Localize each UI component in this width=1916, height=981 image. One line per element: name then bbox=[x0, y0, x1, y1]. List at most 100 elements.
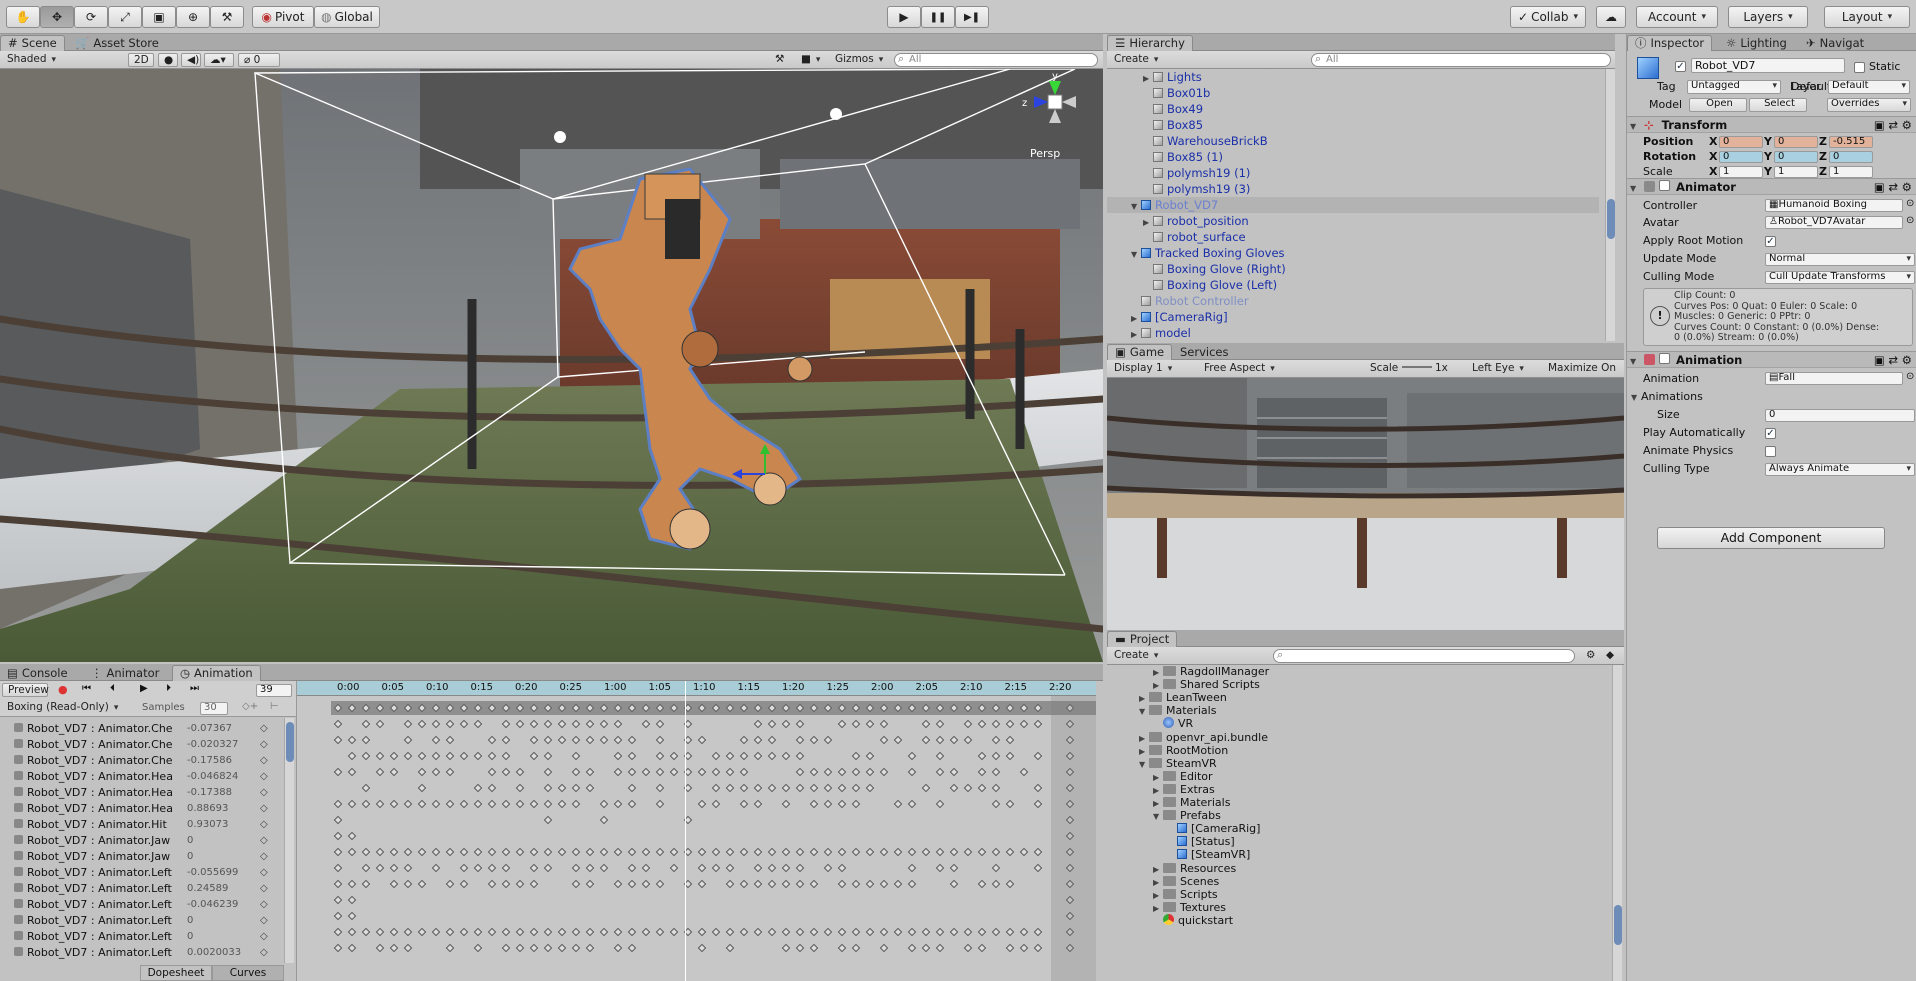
keyframe[interactable] bbox=[921, 735, 931, 745]
keyframe[interactable] bbox=[571, 767, 581, 777]
keyframe[interactable] bbox=[543, 943, 553, 953]
keyframe[interactable] bbox=[837, 879, 847, 889]
keyframe[interactable] bbox=[431, 927, 441, 937]
keyframe[interactable] bbox=[739, 927, 749, 937]
keyframe[interactable] bbox=[851, 767, 861, 777]
keyframe[interactable] bbox=[935, 719, 945, 729]
keyframe[interactable] bbox=[403, 799, 413, 809]
keyframe[interactable] bbox=[753, 863, 763, 873]
samples-field[interactable]: 30 bbox=[200, 702, 228, 715]
keyframe[interactable] bbox=[921, 847, 931, 857]
keyframe[interactable] bbox=[725, 703, 735, 713]
add-key-icon[interactable]: ◇ bbox=[260, 802, 268, 815]
add-key-icon[interactable]: ◇ bbox=[260, 850, 268, 863]
keyframe[interactable] bbox=[935, 943, 945, 953]
tab-services[interactable]: Services bbox=[1173, 344, 1236, 360]
hierarchy-scrollbar[interactable] bbox=[1605, 69, 1615, 341]
add-component-button[interactable]: Add Component bbox=[1657, 527, 1885, 549]
keyframe[interactable] bbox=[669, 767, 679, 777]
keyframe[interactable] bbox=[935, 863, 945, 873]
keyframe[interactable] bbox=[851, 927, 861, 937]
keyframe[interactable] bbox=[571, 943, 581, 953]
keyframe[interactable] bbox=[781, 847, 791, 857]
keyframe[interactable] bbox=[991, 767, 1001, 777]
keyframe[interactable] bbox=[921, 719, 931, 729]
keyframe[interactable] bbox=[417, 799, 427, 809]
keyframe[interactable] bbox=[417, 703, 427, 713]
keyframe[interactable] bbox=[1005, 735, 1015, 745]
keyframe[interactable] bbox=[711, 863, 721, 873]
keyframe[interactable] bbox=[949, 767, 959, 777]
keyframe[interactable] bbox=[1005, 719, 1015, 729]
keyframe[interactable] bbox=[361, 799, 371, 809]
keyframe[interactable] bbox=[935, 847, 945, 857]
keyframe[interactable] bbox=[795, 751, 805, 761]
keyframe[interactable] bbox=[991, 879, 1001, 889]
update-mode-dropdown[interactable]: Normal bbox=[1765, 253, 1915, 266]
keyframe[interactable] bbox=[431, 735, 441, 745]
keyframe[interactable] bbox=[837, 863, 847, 873]
keyframe[interactable] bbox=[571, 703, 581, 713]
keyframe[interactable] bbox=[375, 703, 385, 713]
keyframe[interactable] bbox=[851, 847, 861, 857]
hierarchy-item[interactable]: WarehouseBrickB bbox=[1107, 133, 1599, 149]
transform-tool-button[interactable]: ⊕ bbox=[176, 6, 210, 28]
keyframe[interactable] bbox=[375, 927, 385, 937]
keyframe[interactable] bbox=[767, 719, 777, 729]
keyframe[interactable] bbox=[501, 767, 511, 777]
animation-property-row[interactable]: Robot_VD7 : Animator.Left 0 ◇ bbox=[0, 914, 268, 927]
keyframe[interactable] bbox=[767, 847, 777, 857]
scale-z-field[interactable]: 1 bbox=[1829, 166, 1873, 178]
project-item[interactable]: ▼ Materials bbox=[1107, 704, 1598, 717]
keyframe[interactable] bbox=[627, 943, 637, 953]
object-picker-icon[interactable]: ⊙ bbox=[1906, 198, 1914, 209]
keyframe[interactable] bbox=[473, 719, 483, 729]
keyframe[interactable] bbox=[753, 879, 763, 889]
keyframe[interactable] bbox=[851, 751, 861, 761]
keyframe[interactable] bbox=[487, 735, 497, 745]
scale-y-field[interactable]: 1 bbox=[1774, 166, 1818, 178]
keyframe[interactable] bbox=[557, 719, 567, 729]
keyframe[interactable] bbox=[403, 847, 413, 857]
keyframe[interactable] bbox=[865, 751, 875, 761]
keyframe[interactable] bbox=[459, 751, 469, 761]
keyframe[interactable] bbox=[333, 847, 343, 857]
keyframe[interactable] bbox=[991, 847, 1001, 857]
expand-arrow-icon[interactable]: ▶ bbox=[1139, 732, 1149, 745]
expand-arrow-icon[interactable]: ▶ bbox=[1153, 771, 1163, 784]
keyframe[interactable] bbox=[389, 847, 399, 857]
keyframe[interactable] bbox=[697, 927, 707, 937]
keyframe[interactable] bbox=[907, 863, 917, 873]
keyframe[interactable] bbox=[823, 767, 833, 777]
keyframe[interactable] bbox=[347, 767, 357, 777]
hierarchy-item[interactable]: ▶ model bbox=[1107, 325, 1599, 341]
add-key-icon[interactable]: ◇ bbox=[260, 930, 268, 943]
play-anim-icon[interactable]: ▶ bbox=[140, 683, 148, 694]
keyframe[interactable] bbox=[613, 719, 623, 729]
keyframe[interactable] bbox=[375, 943, 385, 953]
account-dropdown[interactable]: Account bbox=[1636, 6, 1718, 28]
keyframe[interactable] bbox=[417, 783, 427, 793]
property-value[interactable]: -0.046239 bbox=[187, 899, 238, 910]
keyframe[interactable] bbox=[417, 751, 427, 761]
expand-arrow-icon[interactable]: ▼ bbox=[1153, 810, 1163, 823]
expand-arrow-icon[interactable]: ▶ bbox=[1139, 745, 1149, 758]
keyframe[interactable] bbox=[515, 767, 525, 777]
keyframe[interactable] bbox=[837, 943, 847, 953]
add-key-icon[interactable]: ◇ bbox=[260, 738, 268, 751]
keyframe[interactable] bbox=[501, 799, 511, 809]
keyframe[interactable] bbox=[893, 703, 903, 713]
keyframe[interactable] bbox=[613, 927, 623, 937]
keyframe[interactable] bbox=[725, 767, 735, 777]
tab-game[interactable]: ▣ Game bbox=[1107, 344, 1173, 360]
add-key-icon[interactable]: ◇ bbox=[260, 770, 268, 783]
preview-toggle[interactable]: Preview bbox=[2, 683, 49, 697]
add-key-icon[interactable]: ◇ bbox=[260, 898, 268, 911]
keyframe[interactable] bbox=[991, 735, 1001, 745]
keyframe[interactable] bbox=[417, 879, 427, 889]
keyframe[interactable] bbox=[935, 799, 945, 809]
keyframe[interactable] bbox=[949, 735, 959, 745]
keyframe[interactable] bbox=[627, 799, 637, 809]
audio-toggle[interactable]: ◀) bbox=[181, 53, 201, 67]
hierarchy-item[interactable]: Box85 (1) bbox=[1107, 149, 1599, 165]
